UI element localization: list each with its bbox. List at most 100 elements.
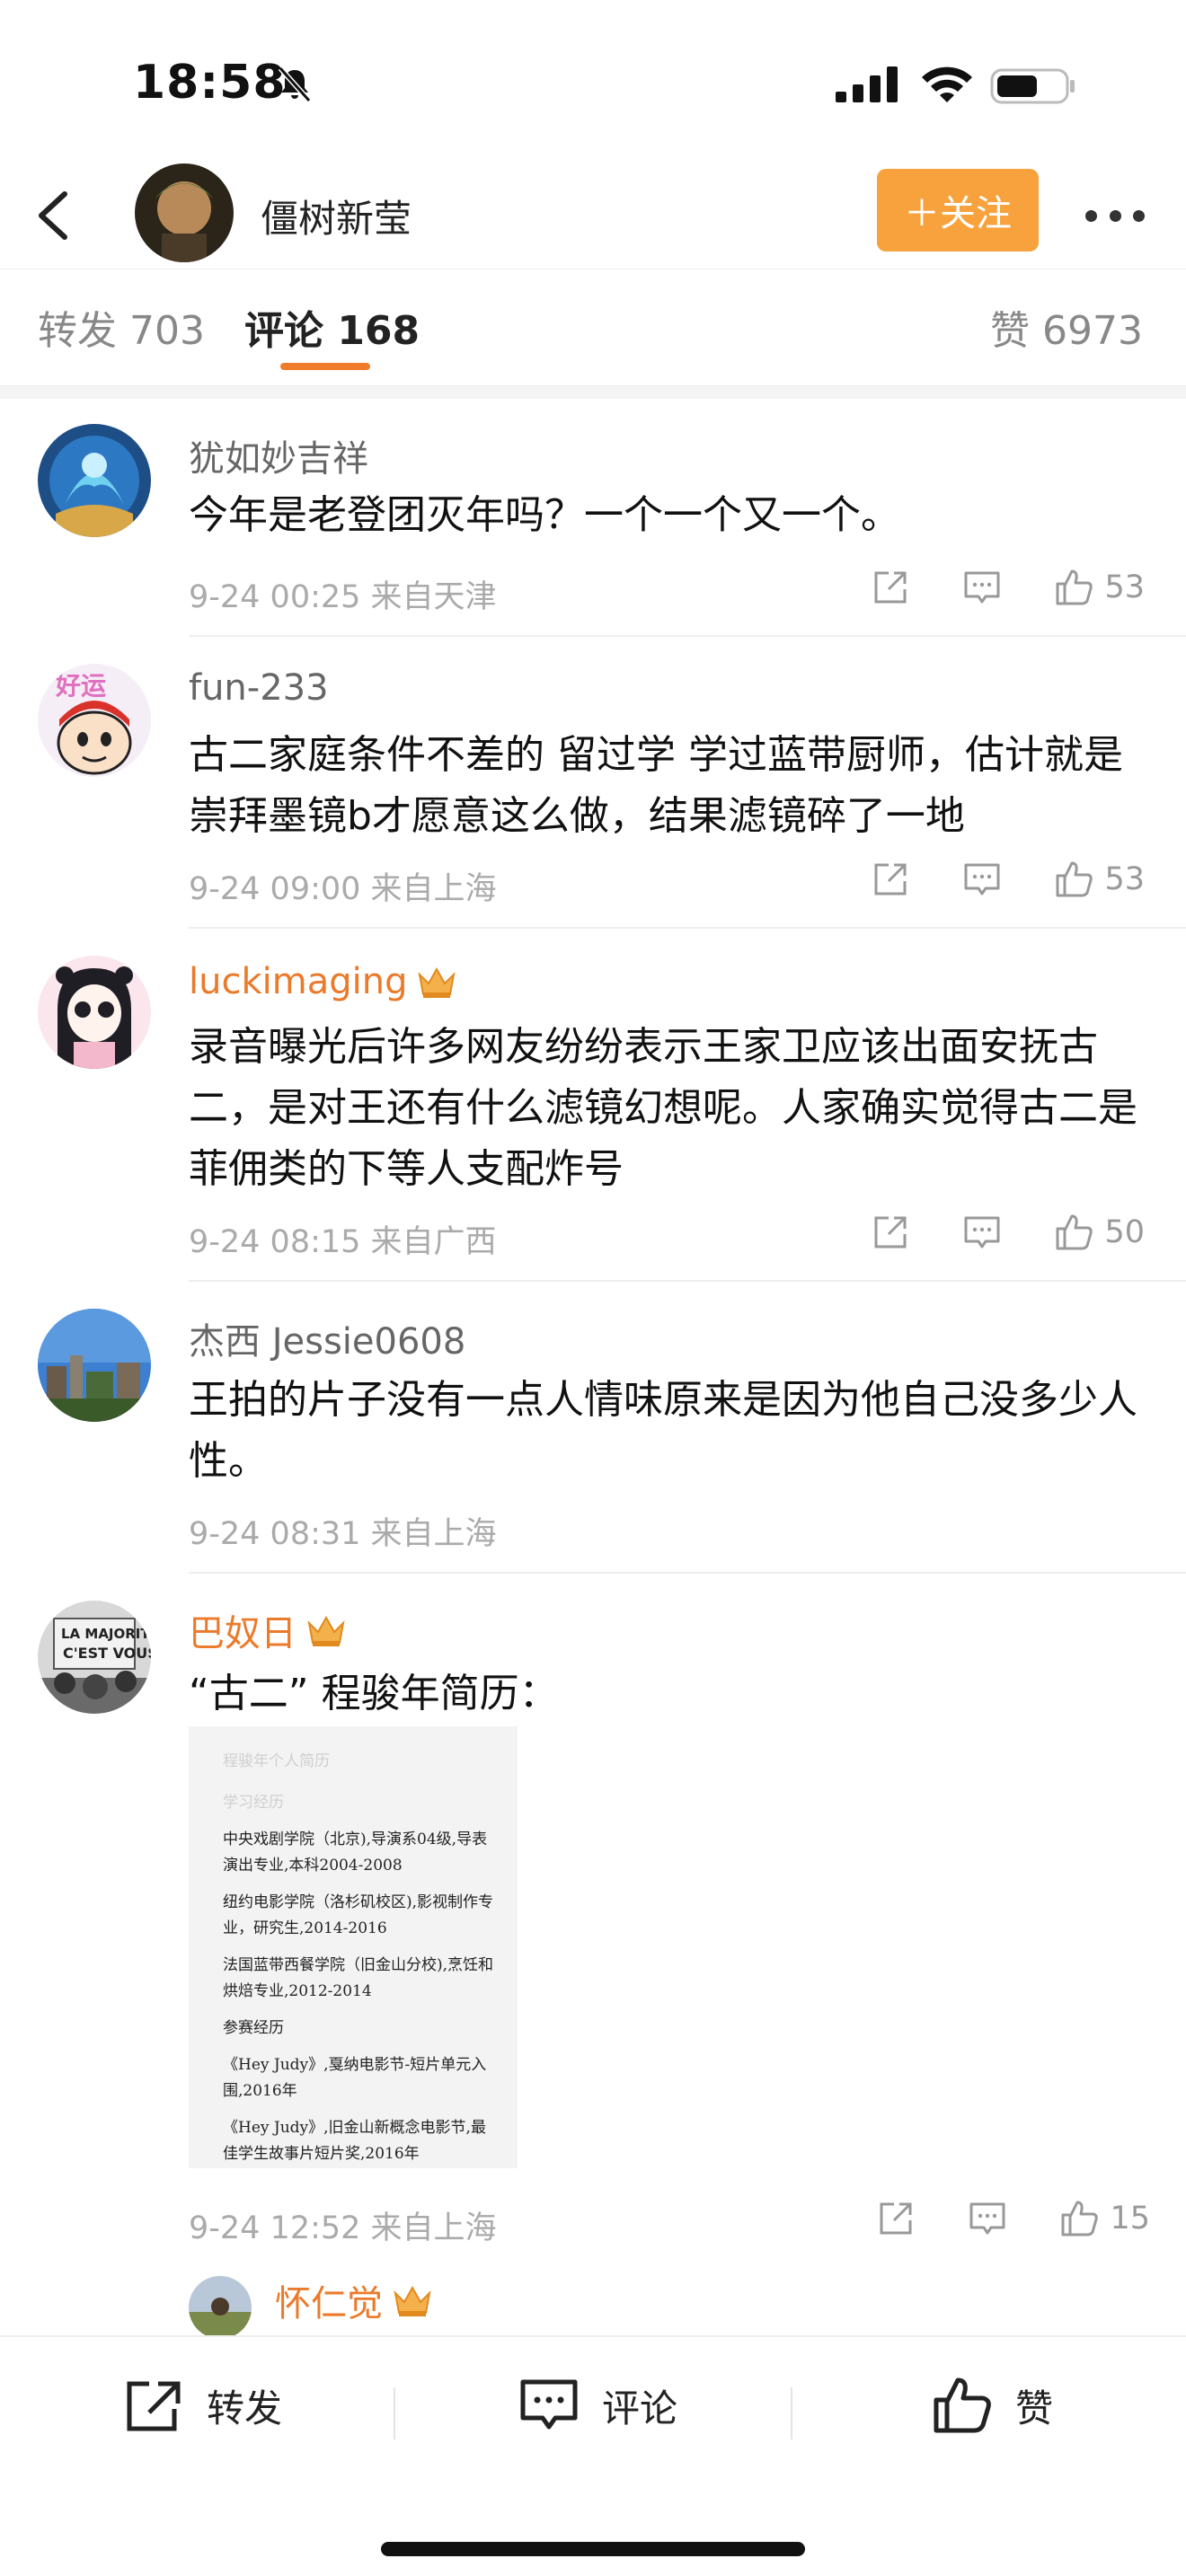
reply-icon[interactable]	[962, 1213, 1002, 1252]
comment-actions: 50	[871, 1213, 1145, 1252]
reply-icon[interactable]	[962, 860, 1002, 899]
bottom-action-bar: 转发 评论 赞	[0, 2335, 1186, 2576]
reply-icon[interactable]	[962, 568, 1002, 607]
comment-text: 录音曝光后许多网友纷纷表示王家卫应该出面安抚古二，是对王还有什么滤镜幻想呢。人家…	[189, 1024, 1137, 1192]
reply-icon[interactable]	[968, 2199, 1007, 2238]
comment-divider	[189, 635, 1186, 637]
status-bar: 18:58	[0, 0, 1186, 162]
vip-crown-icon	[394, 2285, 431, 2316]
resume-line: 中央戏剧学院（北京),导演系04级,导表演出专业,本科2004-2008	[223, 1831, 488, 1875]
thumbs-up-icon	[1056, 569, 1093, 605]
thumbs-up-icon	[1056, 1214, 1093, 1250]
resume-line: 纽约电影学院（洛杉矶校区),影视制作专业，研究生,2014-2016	[223, 1893, 494, 1937]
comment-icon	[520, 2379, 578, 2430]
post-header: 僵树新莹 ＋关注	[0, 162, 1186, 269]
bar-separator	[791, 2387, 792, 2439]
comment-text: “古二” 程骏年简历：	[189, 1671, 559, 1716]
comment-meta: 9-24 00:25 来自天津	[189, 579, 497, 615]
tab-comments[interactable]: 评论 168	[244, 298, 420, 356]
interaction-tabs: 转发 703 评论 168 赞 6973	[0, 269, 1186, 386]
comment-actions: 53	[871, 568, 1145, 607]
thumbs-up-icon	[934, 2378, 991, 2433]
comment-actions: 53	[871, 860, 1145, 899]
resume-line: 法国蓝带西餐学院（旧金山分校),烹饪和烘焙专业,2012-2014	[223, 1956, 494, 2000]
comment-divider	[189, 1280, 1186, 1282]
like-count: 50	[1104, 1214, 1145, 1250]
resume-section-heading: 参赛经历	[223, 2019, 284, 2037]
commenter-avatar[interactable]	[189, 2276, 252, 2339]
resume-faded-title: 程骏年个人简历	[223, 1752, 330, 1770]
comment-meta: 9-24 08:31 来自上海	[189, 1516, 497, 1552]
more-options-icon[interactable]	[1075, 189, 1155, 243]
repost-label: 转发	[207, 2386, 283, 2430]
commenter-avatar[interactable]	[38, 1309, 151, 1422]
svg-text:LA MAJORITE: LA MAJORITE	[61, 1626, 151, 1642]
comment-label: 评论	[602, 2386, 678, 2430]
resume-line: 《Hey Judy》,旧金山新概念电影节,最佳学生故事片短片奖,2016年	[223, 2119, 486, 2163]
comment-button[interactable]: 评论	[518, 2377, 677, 2434]
tab-reposts[interactable]: 转发 703	[38, 298, 205, 356]
commenter-name[interactable]: 怀仁觉	[275, 2274, 433, 2326]
commenter-name[interactable]: fun-233	[189, 667, 329, 709]
repost-button[interactable]: 转发	[122, 2377, 282, 2434]
commenter-name[interactable]: 巴奴日	[189, 1604, 347, 1656]
share-icon	[127, 2381, 181, 2431]
bell-muted-icon	[278, 66, 312, 102]
comment-meta: 9-24 09:00 来自上海	[189, 871, 497, 907]
like-count: 15	[1110, 2201, 1150, 2236]
commenter-name-text: fun-233	[189, 667, 329, 709]
like-button[interactable]: 53	[1054, 568, 1145, 607]
back-arrow-icon[interactable]	[25, 180, 88, 251]
commenter-avatar[interactable]: LA MAJORITE C'EST VOUS	[38, 1601, 151, 1714]
author-name[interactable]: 僵树新莹	[261, 189, 412, 243]
comment-meta: 9-24 12:52 来自上海	[189, 2210, 497, 2246]
comment-attached-image[interactable]: 程骏年个人简历 学习经历 中央戏剧学院（北京),导演系04级,导表演出专业,本科…	[189, 1726, 518, 2168]
author-avatar[interactable]	[135, 163, 234, 262]
active-tab-indicator	[280, 363, 370, 370]
svg-text:C'EST VOUS: C'EST VOUS	[63, 1645, 151, 1662]
commenter-avatar[interactable]	[38, 956, 151, 1069]
battery-icon	[990, 68, 1075, 104]
like-count: 53	[1104, 861, 1145, 897]
comment-actions: 15	[876, 2199, 1150, 2238]
share-icon[interactable]	[871, 1213, 910, 1252]
comment-text: 古二家庭条件不差的 留过学 学过蓝带厨师，估计就是崇拜墨镜b才愿意这么做，结果滤…	[189, 732, 1123, 839]
svg-text:好运: 好运	[55, 671, 106, 701]
commenter-name[interactable]: 犹如妙吉祥	[189, 429, 368, 481]
home-indicator	[381, 2542, 805, 2556]
commenter-name-text: 杰西 Jessie0608	[189, 1321, 466, 1363]
share-icon[interactable]	[871, 568, 910, 607]
share-icon[interactable]	[876, 2199, 916, 2238]
thumbs-up-icon	[1061, 2201, 1099, 2236]
tab-likes[interactable]: 赞 6973	[990, 298, 1143, 356]
like-button[interactable]: 50	[1054, 1213, 1145, 1252]
status-time: 18:58	[133, 56, 287, 110]
resume-line: 《Hey Judy》,戛纳电影节-短片单元入围,2016年	[223, 2056, 487, 2100]
cellular-signal-icon	[836, 66, 898, 102]
like-post-button[interactable]: 赞	[931, 2377, 1053, 2434]
commenter-name-text: 怀仁觉	[275, 2283, 383, 2325]
commenter-name-text: luckimaging	[189, 961, 408, 1002]
like-button[interactable]: 53	[1054, 860, 1145, 899]
section-separator	[0, 386, 1186, 399]
comment-item: 怀仁觉	[0, 2263, 1186, 2339]
wifi-icon	[922, 66, 972, 102]
commenter-avatar[interactable]	[38, 424, 151, 537]
commenter-name[interactable]: 杰西 Jessie0608	[189, 1312, 465, 1364]
share-icon[interactable]	[871, 860, 910, 899]
commenter-name-text: 巴奴日	[189, 1613, 296, 1654]
like-button[interactable]: 15	[1059, 2199, 1150, 2238]
thumbs-up-icon	[1056, 861, 1093, 897]
comment-divider	[189, 1572, 1186, 1574]
commenter-avatar[interactable]: 好运	[38, 664, 151, 777]
comment-divider	[189, 927, 1186, 929]
follow-button[interactable]: ＋关注	[877, 169, 1039, 251]
commenter-name-text: 犹如妙吉祥	[189, 438, 368, 480]
vip-crown-icon	[307, 1615, 345, 1646]
comment-text: 王拍的片子没有一点人情味原来是因为他自己没多少人性。	[189, 1377, 1137, 1484]
bar-separator	[394, 2387, 395, 2439]
comment-meta: 9-24 08:15 来自广西	[189, 1224, 497, 1260]
commenter-name[interactable]: luckimaging	[189, 961, 457, 1002]
vip-crown-icon	[418, 966, 456, 998]
resume-section-heading: 学习经历	[223, 1794, 284, 1812]
